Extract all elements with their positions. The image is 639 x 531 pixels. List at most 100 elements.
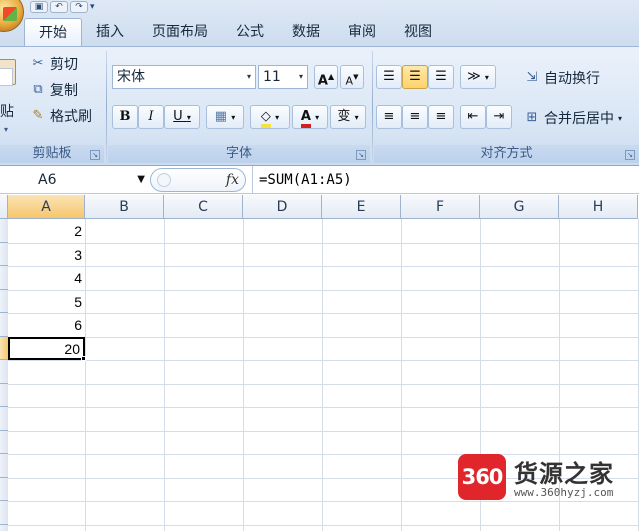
font-group: 宋体 ▾ 11 ▾ A▲ A▼ B I U ▾ ▦ ▾ ◇ ▾ A ▾ 变 ▾ … bbox=[108, 49, 370, 165]
paste-button[interactable]: 贴 ▾ bbox=[0, 53, 22, 134]
copy-button[interactable]: ⧉ 复制 bbox=[30, 79, 78, 101]
align-middle-icon: ☰ bbox=[409, 69, 421, 84]
brush-icon: ✎ bbox=[32, 108, 44, 123]
align-top-button[interactable]: ☰ bbox=[376, 65, 402, 89]
align-left-button[interactable]: ≡ bbox=[376, 105, 402, 129]
row-header[interactable] bbox=[0, 524, 8, 531]
tab-review[interactable]: 审阅 bbox=[334, 18, 390, 46]
clipboard-group: 贴 ▾ ✂ 剪切 ⧉ 复制 ✎ 格式刷 剪贴板 ↘ bbox=[0, 49, 104, 165]
column-header-H[interactable]: H bbox=[559, 195, 638, 219]
gridline bbox=[8, 524, 639, 526]
select-all-corner[interactable] bbox=[0, 195, 8, 219]
decrease-indent-button[interactable]: ⇤ bbox=[460, 105, 486, 129]
cell-A5[interactable]: 6 bbox=[8, 313, 85, 336]
gridline bbox=[8, 360, 639, 361]
grow-font-icon: A bbox=[317, 73, 328, 89]
formula-bar-resize-handle[interactable] bbox=[157, 173, 171, 187]
row-header[interactable] bbox=[0, 383, 8, 407]
phonetic-guide-button[interactable]: 变 ▾ bbox=[330, 105, 366, 129]
chevron-down-icon[interactable]: ▼ bbox=[137, 169, 145, 191]
row-header[interactable] bbox=[0, 242, 8, 266]
cell-A2[interactable]: 3 bbox=[8, 243, 85, 266]
customize-qat-arrow[interactable]: ▾ bbox=[90, 2, 95, 12]
cut-button[interactable]: ✂ 剪切 bbox=[30, 53, 78, 75]
fill-handle[interactable] bbox=[81, 356, 86, 361]
row-header[interactable] bbox=[0, 313, 8, 337]
save-icon[interactable]: ▣ bbox=[30, 1, 48, 13]
title-bar: ▣ ↶ ↷ ▾ 开始 插入 页面布局 公式 数据 审阅 视图 bbox=[0, 0, 639, 46]
font-launcher-icon[interactable]: ↘ bbox=[356, 150, 366, 160]
column-header-E[interactable]: E bbox=[322, 195, 401, 219]
clipboard-launcher-icon[interactable]: ↘ bbox=[90, 150, 100, 160]
row-header[interactable] bbox=[0, 289, 8, 313]
font-size-select[interactable]: 11 ▾ bbox=[258, 65, 308, 89]
format-painter-button[interactable]: ✎ 格式刷 bbox=[30, 105, 92, 127]
name-box[interactable]: A6 ▼ bbox=[0, 169, 145, 191]
column-header-C[interactable]: C bbox=[164, 195, 243, 219]
column-header-D[interactable]: D bbox=[243, 195, 322, 219]
align-right-button[interactable]: ≡ bbox=[428, 105, 454, 129]
increase-indent-button[interactable]: ⇥ bbox=[486, 105, 512, 129]
office-button[interactable] bbox=[0, 0, 24, 32]
align-center-button[interactable]: ≡ bbox=[402, 105, 428, 129]
tab-formulas[interactable]: 公式 bbox=[222, 18, 278, 46]
underline-button[interactable]: U ▾ bbox=[164, 105, 200, 129]
align-right-icon: ≡ bbox=[435, 109, 447, 124]
fill-color-button[interactable]: ◇ ▾ bbox=[250, 105, 290, 129]
tab-view[interactable]: 视图 bbox=[390, 18, 446, 46]
shrink-font-button[interactable]: A▼ bbox=[340, 65, 364, 89]
column-header-B[interactable]: B bbox=[85, 195, 164, 219]
paint-bucket-icon: ◇ bbox=[260, 110, 271, 128]
row-header[interactable] bbox=[0, 360, 8, 384]
shrink-font-icon: A bbox=[345, 74, 354, 88]
cell-A3[interactable]: 4 bbox=[8, 266, 85, 289]
tab-home[interactable]: 开始 bbox=[24, 18, 82, 46]
cell-A4[interactable]: 5 bbox=[8, 290, 85, 313]
row-header[interactable] bbox=[0, 336, 8, 360]
paste-dropdown-icon[interactable]: ▾ bbox=[4, 125, 8, 134]
row-header[interactable] bbox=[0, 477, 8, 501]
bold-button[interactable]: B bbox=[112, 105, 138, 129]
row-header[interactable] bbox=[0, 501, 8, 525]
cut-label: 剪切 bbox=[50, 57, 78, 73]
chevron-down-icon[interactable]: ▾ bbox=[618, 114, 622, 123]
align-bottom-button[interactable]: ☰ bbox=[428, 65, 454, 89]
tab-data[interactable]: 数据 bbox=[278, 18, 334, 46]
font-name-select[interactable]: 宋体 ▾ bbox=[112, 65, 256, 89]
column-header-A[interactable]: A bbox=[8, 195, 85, 219]
italic-button[interactable]: I bbox=[138, 105, 164, 129]
font-color-button[interactable]: A ▾ bbox=[292, 105, 328, 129]
row-header[interactable] bbox=[0, 454, 8, 478]
quick-access-toolbar: ▣ ↶ ↷ ▾ bbox=[30, 0, 95, 14]
formula-controls: fx bbox=[150, 168, 246, 192]
cell-A1[interactable]: 2 bbox=[8, 219, 85, 242]
wrap-text-label: 自动换行 bbox=[544, 71, 600, 87]
watermark-logo: 360 bbox=[458, 454, 506, 500]
row-header[interactable] bbox=[0, 430, 8, 454]
insert-function-icon[interactable]: fx bbox=[226, 169, 239, 191]
orientation-button[interactable]: ≫ ▾ bbox=[460, 65, 496, 89]
font-color-icon: A bbox=[300, 110, 311, 128]
merge-center-label: 合并后居中 bbox=[544, 111, 614, 127]
column-header-G[interactable]: G bbox=[480, 195, 559, 219]
wrap-text-button[interactable]: ⇲ 自动换行 bbox=[524, 67, 600, 89]
column-header-F[interactable]: F bbox=[401, 195, 480, 219]
grow-font-button[interactable]: A▲ bbox=[314, 65, 338, 89]
borders-button[interactable]: ▦ ▾ bbox=[206, 105, 244, 129]
align-middle-button[interactable]: ☰ bbox=[402, 65, 428, 89]
merge-cells-icon: ⊞ bbox=[526, 110, 538, 125]
undo-icon[interactable]: ↶ bbox=[50, 1, 68, 13]
tab-page-layout[interactable]: 页面布局 bbox=[138, 18, 222, 46]
row-header[interactable] bbox=[0, 407, 8, 431]
merge-center-button[interactable]: ⊞ 合并后居中 ▾ bbox=[524, 107, 622, 129]
group-divider bbox=[106, 51, 107, 163]
cell-A6[interactable]: 20 bbox=[8, 336, 85, 360]
row-header[interactable] bbox=[0, 266, 8, 290]
formula-input[interactable]: =SUM(A1:A5) bbox=[252, 166, 639, 194]
redo-icon[interactable]: ↷ bbox=[70, 1, 88, 13]
alignment-launcher-icon[interactable]: ↘ bbox=[625, 150, 635, 160]
font-group-label: 字体 bbox=[108, 145, 370, 163]
alignment-group-label: 对齐方式 bbox=[374, 145, 639, 163]
tab-insert[interactable]: 插入 bbox=[82, 18, 138, 46]
row-header[interactable] bbox=[0, 219, 8, 243]
